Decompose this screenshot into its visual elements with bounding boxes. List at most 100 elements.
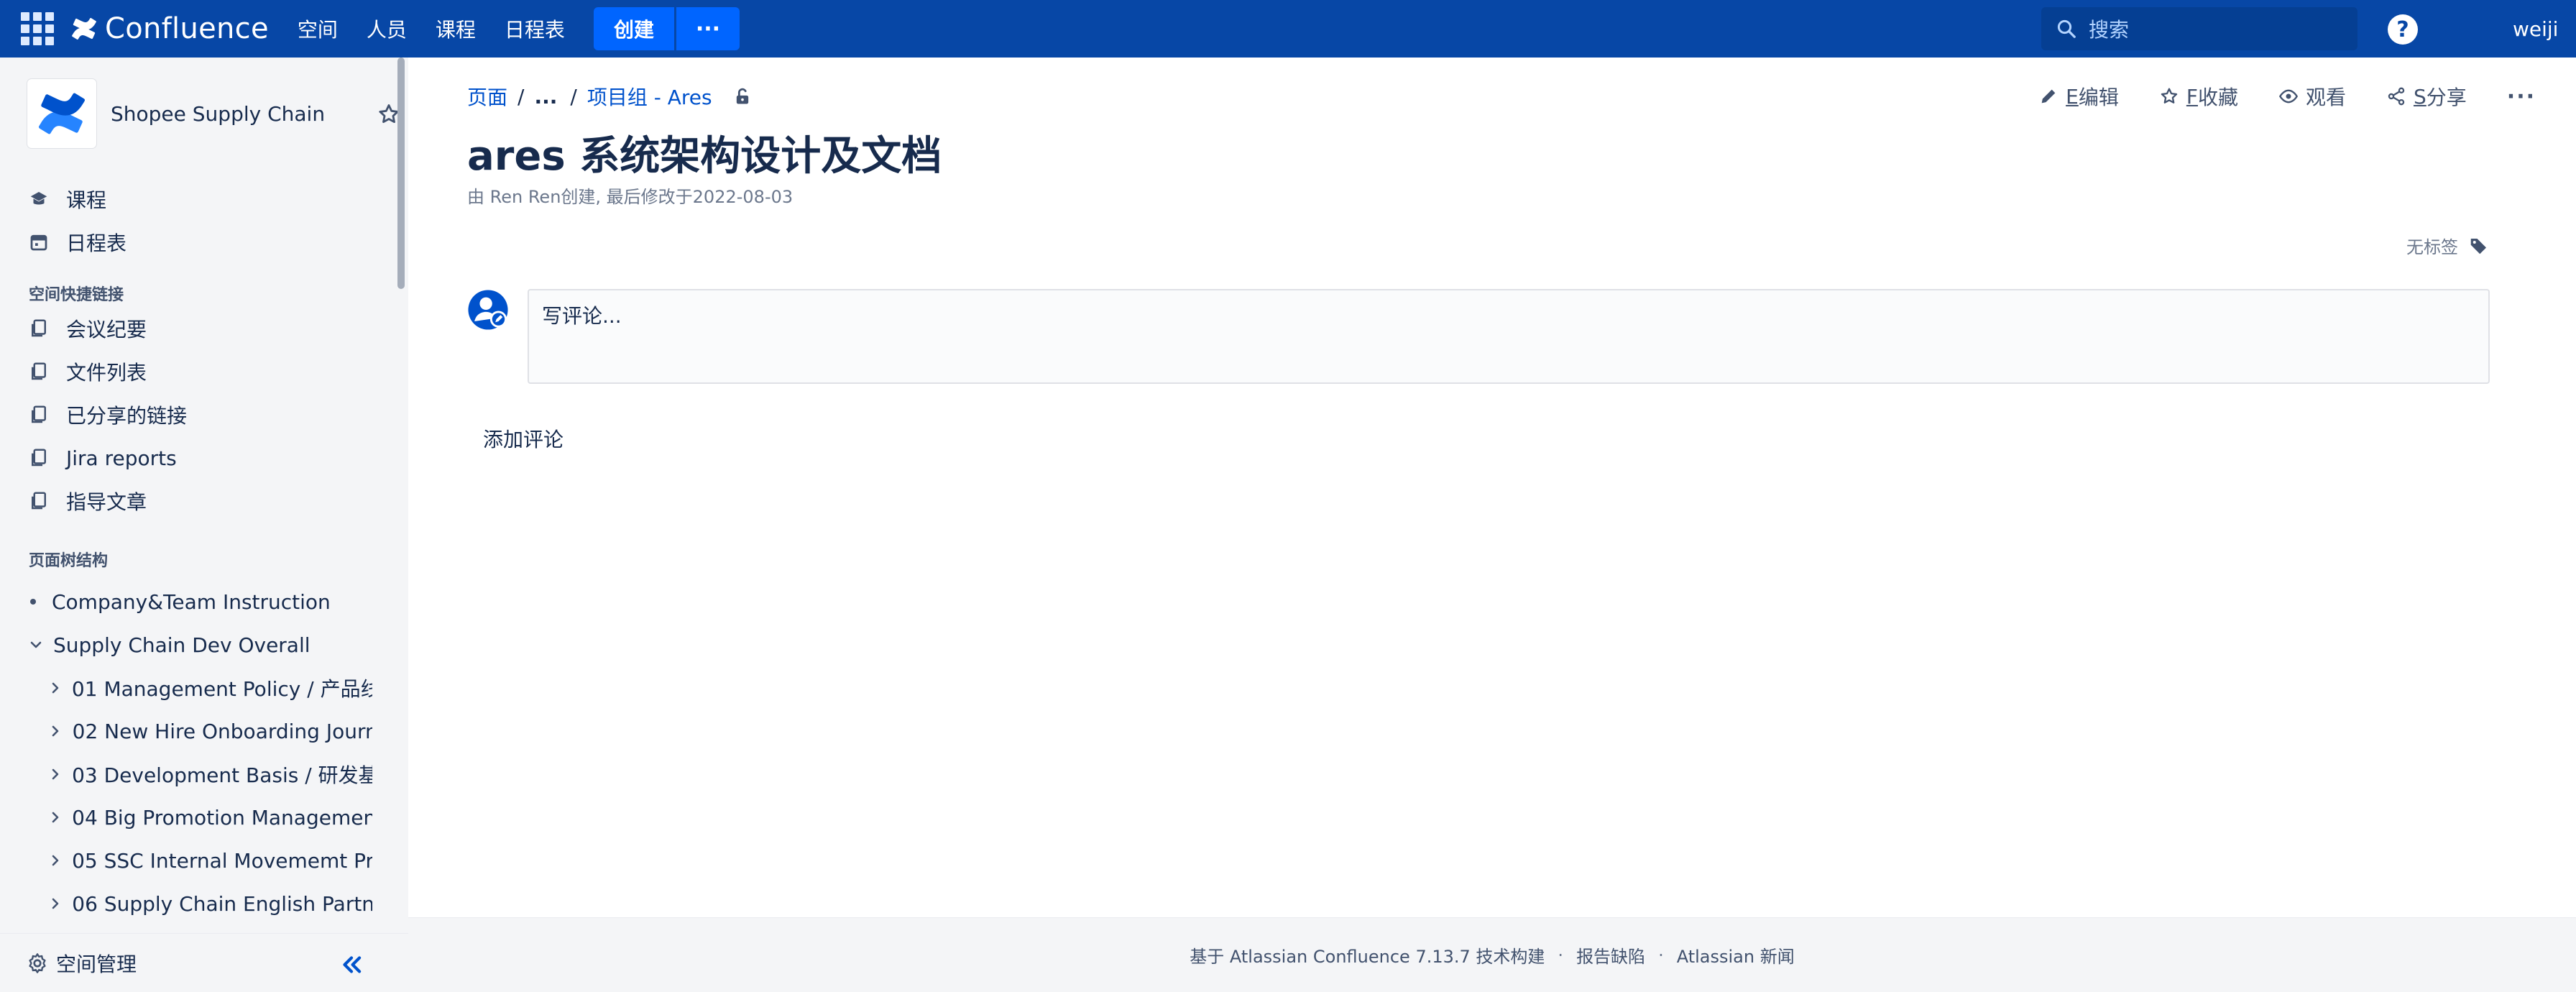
pencil-icon — [2041, 89, 2056, 104]
tree-item-child[interactable]: 05 SSC Internal Movememt Prog — [47, 842, 372, 878]
page-copy-icon — [27, 403, 50, 426]
chevron-right-icon[interactable] — [47, 895, 63, 912]
favorite-shortcut-key: F — [2186, 84, 2198, 109]
sidebar-item-label: 日程表 — [66, 231, 127, 255]
space-logo-icon — [38, 93, 86, 134]
favorite-button[interactable]: F 收藏 — [2159, 82, 2238, 111]
chevron-down-icon[interactable] — [27, 636, 45, 653]
share-icon — [2388, 87, 2405, 106]
tree-item-label: Supply Chain Dev Overall — [53, 633, 310, 657]
share-shortcut-key: S — [2414, 84, 2426, 109]
tree-item-child[interactable]: 04 Big Promotion Management / — [47, 799, 372, 835]
unlock-icon[interactable] — [732, 86, 753, 106]
search-input[interactable]: 搜索 — [2041, 7, 2358, 50]
comment-input[interactable]: 写评论... — [528, 289, 2490, 384]
shortcut-jira-reports[interactable]: Jira reports — [27, 440, 387, 476]
sidebar-scrollbar[interactable] — [397, 58, 405, 289]
tree-item-child[interactable]: 06 Supply Chain English Partner — [47, 886, 372, 922]
page-copy-icon — [27, 360, 50, 383]
tree-item-supply-chain-dev[interactable]: Supply Chain Dev Overall — [27, 627, 401, 663]
breadcrumb-pages[interactable]: 页面 — [467, 82, 507, 111]
eye-icon — [2278, 89, 2299, 104]
chevron-right-icon[interactable] — [47, 852, 63, 869]
nav-people[interactable]: 人员 — [367, 0, 407, 58]
calendar-icon — [27, 231, 50, 254]
no-labels-text: 无标签 — [2406, 237, 2458, 257]
nav-spaces[interactable]: 空间 — [298, 0, 338, 58]
add-comment-link[interactable]: 添加评论 — [483, 424, 564, 453]
shortcut-meeting-notes[interactable]: 会议纪要 — [27, 311, 387, 346]
tag-icon[interactable] — [2468, 235, 2490, 257]
watch-label: 观看 — [2305, 86, 2346, 109]
page-tree-section-title: 页面树结构 — [29, 552, 109, 570]
watch-button[interactable]: 观看 — [2278, 82, 2346, 111]
tree-item-label: 03 Development Basis / 研发基础 — [72, 763, 372, 787]
footer-report-bug-link[interactable]: 报告缺陷 — [1576, 942, 1645, 968]
space-tools-label: 空间管理 — [56, 952, 137, 976]
gear-icon — [29, 952, 46, 973]
tree-item-label: 05 SSC Internal Movememt Prog — [72, 848, 372, 873]
more-actions-button[interactable]: ··· — [2507, 84, 2536, 109]
chevron-right-icon[interactable] — [47, 722, 64, 740]
courses-icon — [27, 188, 50, 211]
sidebar: Shopee Supply Chain 课程 日程表 空间快捷链接 会议纪要 文… — [0, 58, 408, 992]
chevron-right-icon[interactable] — [47, 809, 63, 826]
search-placeholder: 搜索 — [2089, 18, 2130, 42]
shortcut-label: 文件列表 — [66, 361, 147, 385]
shortcut-label: 指导文章 — [66, 490, 147, 514]
sidebar-item-calendar[interactable]: 日程表 — [27, 224, 387, 260]
favorite-label: 收藏 — [2197, 86, 2238, 109]
breadcrumb-separator: / — [570, 84, 577, 109]
space-avatar[interactable] — [27, 79, 96, 148]
page-copy-icon — [27, 490, 50, 513]
breadcrumb-parent[interactable]: 项目组 - Ares — [587, 82, 712, 111]
edit-button[interactable]: E 编辑 — [2038, 82, 2119, 111]
tree-item-child[interactable]: 03 Development Basis / 研发基础 — [47, 756, 372, 792]
edit-shortcut-key: E — [2066, 84, 2079, 109]
collapse-sidebar-icon[interactable] — [338, 951, 365, 978]
breadcrumb-ellipsis[interactable]: ... — [534, 85, 557, 109]
page-footer: 基于 Atlassian Confluence 7.13.7 技术构建 · 报告… — [408, 917, 2576, 992]
shortcuts-section-title: 空间快捷链接 — [29, 286, 124, 304]
confluence-logo-icon — [72, 17, 96, 40]
footer-news-link[interactable]: Atlassian 新闻 — [1677, 942, 1795, 968]
help-icon[interactable]: ? — [2388, 14, 2418, 45]
labels-area[interactable]: 无标签 — [2406, 233, 2490, 258]
top-navigation-bar: Confluence 空间 人员 课程 日程表 创建 ··· 搜索 ? weij… — [0, 0, 2576, 58]
shortcut-label: 会议纪要 — [66, 318, 147, 341]
chevron-right-icon[interactable] — [47, 679, 63, 697]
chevron-right-icon[interactable] — [47, 766, 63, 783]
share-button[interactable]: S 分享 — [2386, 82, 2467, 111]
space-name[interactable]: Shopee Supply Chain — [111, 102, 325, 126]
sidebar-item-label: 课程 — [66, 188, 107, 212]
tree-item-child[interactable]: 02 New Hire Onboarding Journe — [47, 713, 372, 749]
footer-built-with-link[interactable]: 基于 Atlassian Confluence 7.13.7 技术构建 — [1190, 942, 1545, 968]
user-avatar[interactable] — [467, 289, 509, 331]
create-more-button[interactable]: ··· — [676, 7, 740, 50]
space-tools[interactable]: 空间管理 — [0, 933, 408, 992]
nav-calendar[interactable]: 日程表 — [505, 0, 565, 58]
user-menu[interactable]: weiji — [2513, 0, 2576, 58]
shortcut-guide-articles[interactable]: 指导文章 — [27, 483, 387, 519]
confluence-logo[interactable]: Confluence — [70, 0, 269, 58]
shortcut-label: Jira reports — [66, 446, 177, 470]
sidebar-item-courses[interactable]: 课程 — [27, 181, 387, 217]
space-header: Shopee Supply Chain — [27, 78, 401, 150]
page-copy-icon — [27, 446, 50, 469]
nav-courses[interactable]: 课程 — [436, 0, 476, 58]
shortcut-file-list[interactable]: 文件列表 — [27, 354, 387, 390]
tree-item-child[interactable]: 01 Management Policy / 产品线管 — [47, 670, 372, 706]
page-title: ares 系统架构设计及文档 — [467, 133, 942, 180]
create-button[interactable]: 创建 — [593, 7, 674, 50]
shortcut-shared-links[interactable]: 已分享的链接 — [27, 397, 387, 433]
shortcut-label: 已分享的链接 — [66, 404, 188, 428]
breadcrumb: 页面 / ... / 项目组 - Ares — [467, 82, 753, 111]
tree-item-company-team[interactable]: Company&Team Instruction — [27, 584, 401, 620]
main-content: 页面 / ... / 项目组 - Ares E 编辑 F 收藏 观看 S 分享 ···… — [408, 58, 2576, 917]
page-copy-icon — [27, 317, 50, 340]
app-switcher-icon[interactable] — [19, 10, 56, 47]
tree-item-label: 04 Big Promotion Management / — [72, 805, 372, 830]
footer-separator: · — [1658, 945, 1664, 965]
page-actions: E 编辑 F 收藏 观看 S 分享 ··· — [1998, 79, 2536, 114]
star-icon — [2161, 88, 2178, 104]
